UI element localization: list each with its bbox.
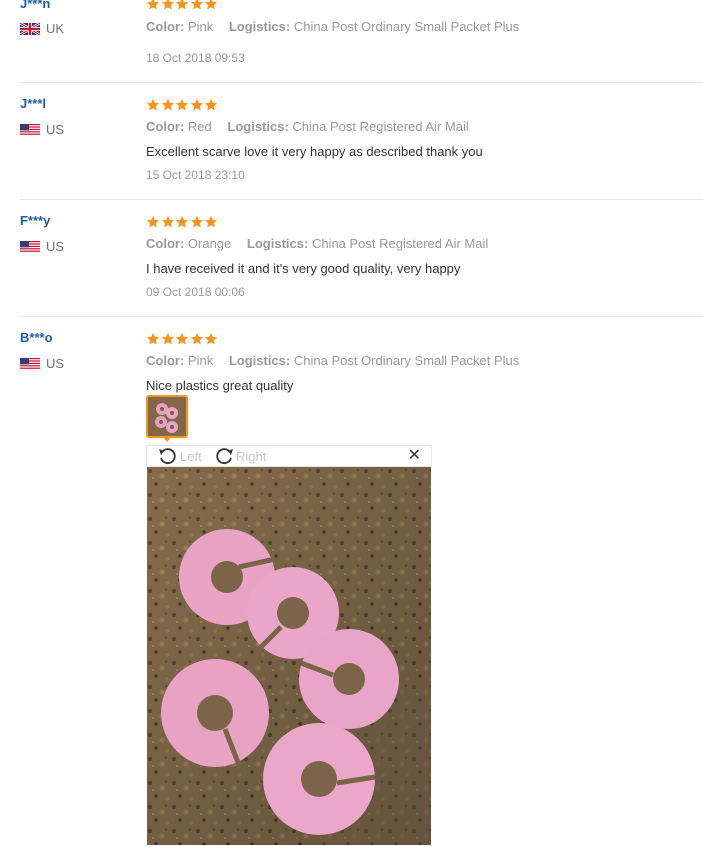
order-attributes: Color: Orange Logistics: China Post Regi…	[146, 236, 488, 251]
color-value: Pink	[187, 19, 214, 34]
review-body: Color: Pink Logistics: China Post Ordina…	[146, 0, 519, 65]
color-label: Color:	[146, 119, 185, 134]
star-rating	[146, 0, 219, 11]
reviewer-name[interactable]: B***o	[20, 331, 53, 345]
star-icon	[161, 332, 176, 346]
color-value: Orange	[187, 236, 232, 251]
reviewer: J***n UK	[20, 0, 64, 36]
logistics-label: Logistics:	[228, 19, 291, 34]
rotate-left-icon	[157, 447, 180, 465]
reviewer-name[interactable]: F***y	[20, 214, 50, 228]
color-label: Color:	[146, 19, 185, 34]
rotate-left-button[interactable]: Left	[157, 447, 202, 465]
star-rating	[146, 215, 219, 229]
review-item: B***o US Color: Pink Logistics: China Po…	[0, 317, 703, 847]
review-text: I have received it and it's very good qu…	[146, 261, 461, 276]
review-body: Color: Orange Logistics: China Post Regi…	[146, 215, 488, 299]
rotate-left-label: Left	[180, 448, 202, 464]
order-attributes: Color: Red Logistics: China Post Registe…	[146, 119, 469, 134]
us-flag-icon	[20, 241, 40, 253]
review-text: Nice plastics great quality	[146, 378, 294, 393]
order-attributes: Color: Pink Logistics: China Post Ordina…	[146, 353, 519, 368]
star-icon	[175, 332, 190, 346]
review-body: Color: Pink Logistics: China Post Ordina…	[146, 332, 519, 845]
star-icon	[175, 0, 190, 11]
star-icon	[146, 332, 161, 346]
close-icon[interactable]: ✕	[408, 447, 421, 465]
review-text: Excellent scarve love it very happy as d…	[146, 144, 483, 159]
star-icon	[190, 332, 205, 346]
review-item: J***n UK Color: Pink Logistics: China Po…	[0, 0, 703, 82]
star-icon	[175, 215, 190, 229]
logistics-label: Logistics:	[227, 119, 289, 134]
us-flag-icon	[20, 358, 40, 370]
review-body: Color: Red Logistics: China Post Registe…	[146, 98, 483, 182]
star-icon	[175, 98, 190, 112]
us-flag-icon	[20, 124, 40, 136]
reviewer: B***o US	[20, 331, 64, 371]
star-icon	[146, 98, 161, 112]
star-icon	[204, 98, 219, 112]
star-rating	[146, 98, 219, 112]
star-icon	[204, 332, 219, 346]
country-code: US	[46, 239, 65, 254]
star-icon	[190, 0, 205, 11]
logistics-value: China Post Registered Air Mail	[292, 119, 469, 134]
color-label: Color:	[146, 236, 185, 251]
review-photo	[147, 467, 431, 845]
review-item: J***l US Color: Red Logistics: China Pos…	[0, 83, 703, 199]
viewer-toolbar: Left Right ✕	[146, 445, 432, 467]
color-label: Color:	[146, 353, 185, 368]
rotate-right-button[interactable]: Right	[213, 447, 266, 465]
review-date: 09 Oct 2018 00:06	[146, 285, 245, 299]
uk-flag-icon	[20, 23, 40, 35]
country-code: US	[46, 356, 65, 371]
review-item: F***y US Color: Orange Logistics: China …	[0, 200, 703, 316]
reviewer-country: US	[20, 357, 64, 371]
star-icon	[190, 215, 205, 229]
review-date: 15 Oct 2018 23:10	[146, 168, 245, 182]
reviewer: J***l US	[20, 97, 64, 137]
logistics-value: China Post Registered Air Mail	[311, 236, 489, 251]
logistics-value: China Post Ordinary Small Packet Plus	[293, 19, 520, 34]
star-icon	[161, 98, 176, 112]
order-attributes: Color: Pink Logistics: China Post Ordina…	[146, 19, 519, 34]
logistics-value: China Post Ordinary Small Packet Plus	[293, 353, 520, 368]
rotate-right-label: Right	[236, 448, 267, 464]
reviewer-name[interactable]: J***n	[20, 0, 50, 11]
reviewer-name[interactable]: J***l	[20, 97, 46, 111]
star-icon	[161, 0, 176, 11]
rotate-right-icon	[213, 447, 236, 465]
logistics-label: Logistics:	[228, 353, 291, 368]
star-icon	[161, 215, 176, 229]
country-code: US	[46, 122, 65, 137]
reviewer-country: UK	[20, 22, 64, 36]
logistics-label: Logistics:	[246, 236, 309, 251]
star-rating	[146, 332, 219, 346]
reviewer-country: US	[20, 240, 64, 254]
star-icon	[190, 98, 205, 112]
review-date: 18 Oct 2018 09:53	[146, 51, 245, 65]
country-code: UK	[46, 21, 65, 36]
star-icon	[146, 215, 161, 229]
reviewer: F***y US	[20, 214, 64, 254]
star-icon	[204, 215, 219, 229]
star-icon	[146, 0, 161, 11]
thumbnail-pointer	[162, 436, 172, 442]
photo-thumbnail[interactable]	[146, 395, 188, 438]
reviewer-country: US	[20, 123, 64, 137]
color-value: Pink	[187, 353, 214, 368]
color-value: Red	[187, 119, 212, 134]
star-icon	[204, 0, 219, 11]
